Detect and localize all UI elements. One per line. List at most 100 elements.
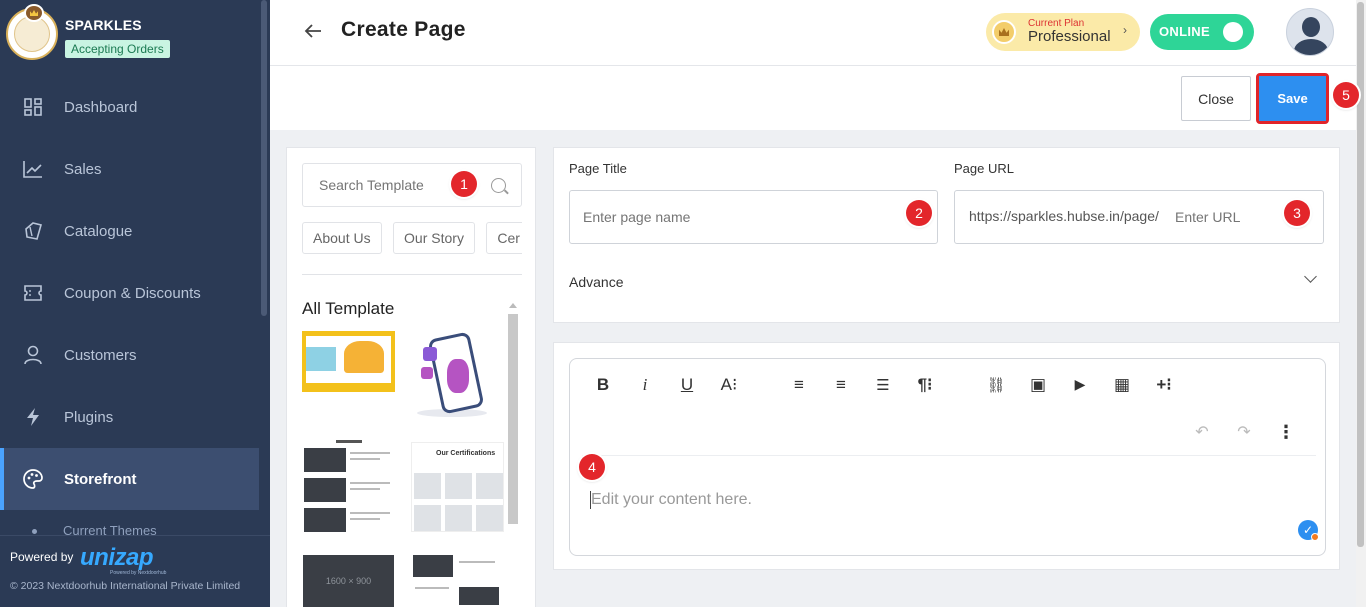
table-icon[interactable]: ▦ xyxy=(1108,373,1136,397)
page-url-field: https://sparkles.hubse.in/page/ xyxy=(954,190,1366,244)
template-thumb-contact[interactable] xyxy=(302,331,395,392)
editor-content-area[interactable]: Edit your content here. xyxy=(590,491,752,509)
arrow-left-icon[interactable] xyxy=(304,22,322,45)
powered-by-label: Powered by xyxy=(10,550,74,564)
sidebar-item-storefront[interactable]: Storefront xyxy=(0,448,259,510)
sidebar-item-label: Dashboard xyxy=(64,98,138,116)
step-marker-3: 3 xyxy=(1284,200,1310,226)
template-thumb-certifications[interactable]: Our Certifications xyxy=(411,442,504,532)
undo-icon[interactable]: ↶ xyxy=(1190,421,1214,445)
sidebar-item-customers[interactable]: Customers xyxy=(0,324,259,386)
chevron-right-icon: › xyxy=(1123,23,1127,37)
align-left-icon[interactable]: ≡ xyxy=(785,373,813,397)
template-thumb-split[interactable] xyxy=(411,553,504,607)
template-chip-our-story[interactable]: Our Story xyxy=(393,222,475,254)
sidebar-item-label: Plugins xyxy=(64,408,114,426)
store-brand xyxy=(6,4,58,60)
image-icon[interactable]: ▣ xyxy=(1024,373,1052,397)
action-bar: Close Save xyxy=(270,66,1356,130)
paragraph-icon[interactable]: ¶⁝ xyxy=(911,373,939,397)
unizap-logo-subtitle: Powered by Nextdoorhub xyxy=(110,570,167,576)
store-name: SPARKLES xyxy=(65,17,142,33)
align-center-icon[interactable]: ≡ xyxy=(827,373,855,397)
page-url-label: Page URL xyxy=(954,161,1014,176)
sidebar-footer: Powered by unizap Powered by Nextdoorhub… xyxy=(0,535,270,607)
sidebar-item-label: Storefront xyxy=(64,470,137,488)
sidebar-item-sales[interactable]: Sales xyxy=(0,138,259,200)
page-title-input[interactable] xyxy=(570,191,937,243)
status-badge: Accepting Orders xyxy=(65,40,170,58)
template-thumb-title: Our Certifications xyxy=(436,450,496,457)
check-icon[interactable]: ✓ xyxy=(1298,520,1319,541)
palette-icon xyxy=(22,468,44,490)
video-icon[interactable]: ▶ xyxy=(1066,373,1094,397)
underline-icon[interactable]: U xyxy=(673,373,701,397)
unizap-logo: unizap xyxy=(80,544,154,571)
sidebar-item-coupons[interactable]: Coupon & Discounts xyxy=(0,262,259,324)
step-marker-4: 4 xyxy=(579,454,605,480)
divider xyxy=(302,274,522,275)
template-chip-about-us[interactable]: About Us xyxy=(302,222,382,254)
chart-line-icon xyxy=(22,158,44,180)
sidebar-item-catalogue[interactable]: Catalogue xyxy=(0,200,259,262)
toolbar-divider xyxy=(582,455,1316,456)
sidebar-item-label: Sales xyxy=(64,160,102,178)
top-bar: Create Page Current Plan Professional › … xyxy=(270,0,1356,66)
font-size-icon[interactable]: A⁝ xyxy=(715,373,743,397)
online-toggle[interactable]: ONLINE xyxy=(1150,14,1254,50)
ticket-icon xyxy=(22,282,44,304)
template-categories: About Us Our Story Cer xyxy=(302,222,522,254)
template-chip-certifications[interactable]: Cer xyxy=(486,222,522,254)
insert-more-icon[interactable]: +⁝ xyxy=(1150,373,1178,397)
sidebar-scrollbar[interactable] xyxy=(261,0,267,316)
copyright-text: © 2023 Nextdoorhub International Private… xyxy=(10,580,241,592)
sidebar-item-plugins[interactable]: Plugins xyxy=(0,386,259,448)
save-button-highlight: Save xyxy=(1256,73,1329,124)
sidebar-item-dashboard[interactable]: Dashboard xyxy=(0,76,259,138)
link-icon[interactable]: ⛓ xyxy=(982,373,1010,397)
more-options-icon[interactable]: ⋮ xyxy=(1276,421,1296,445)
save-button[interactable]: Save xyxy=(1259,76,1326,121)
close-button[interactable]: Close xyxy=(1181,76,1251,121)
page-title: Create Page xyxy=(341,18,466,41)
crown-icon xyxy=(24,4,44,22)
crown-icon xyxy=(992,20,1016,44)
sidebar-item-label: Customers xyxy=(64,346,137,364)
store-logo xyxy=(6,4,58,60)
rich-text-editor: B i U A⁝ ≡ ≡ ☰ ¶⁝ ⛓ ▣ ▶ ▦ +⁝ ↶ ↷ ⋮ Edit … xyxy=(569,358,1326,556)
url-prefix: https://sparkles.hubse.in/page/ xyxy=(969,208,1159,224)
italic-icon[interactable]: i xyxy=(631,373,659,397)
template-thumb-mobile[interactable] xyxy=(411,331,497,419)
step-marker-2: 2 xyxy=(906,200,932,226)
page-details-form: Page Title Page URL https://sparkles.hub… xyxy=(553,147,1366,323)
tag-icon xyxy=(22,220,44,242)
sidebar-item-label: Coupon & Discounts xyxy=(64,284,201,302)
sidebar-item-label: Catalogue xyxy=(64,222,133,240)
all-template-heading: All Template xyxy=(302,299,395,318)
lightning-icon xyxy=(22,406,44,428)
template-thumb-media-list[interactable] xyxy=(302,438,395,532)
plan-name: Professional xyxy=(1028,28,1111,45)
template-list-scrollbar[interactable] xyxy=(508,303,518,524)
bold-icon[interactable]: B xyxy=(589,373,617,397)
sidebar: SPARKLES Accepting Orders Dashboard Sale… xyxy=(0,0,270,607)
chevron-down-icon[interactable] xyxy=(1304,270,1317,283)
ordered-list-icon[interactable]: ☰ xyxy=(869,373,897,397)
advance-toggle-label[interactable]: Advance xyxy=(569,274,623,290)
template-panel: About Us Our Story Cer All Template Our … xyxy=(286,147,536,607)
template-thumb-hero[interactable]: 1600 × 900 xyxy=(303,555,394,607)
step-marker-1: 1 xyxy=(451,171,477,197)
toggle-knob xyxy=(1223,22,1243,42)
online-toggle-label: ONLINE xyxy=(1159,24,1210,39)
page-title-field xyxy=(569,190,938,244)
current-plan-button[interactable]: Current Plan Professional › xyxy=(986,13,1140,51)
user-icon xyxy=(22,344,44,366)
page-title-label: Page Title xyxy=(569,161,627,176)
search-icon[interactable] xyxy=(491,178,506,193)
sidebar-nav: Dashboard Sales Catalogue Coupon & Disco… xyxy=(0,76,259,510)
content-editor-panel: B i U A⁝ ≡ ≡ ☰ ¶⁝ ⛓ ▣ ▶ ▦ +⁝ ↶ ↷ ⋮ Edit … xyxy=(553,342,1340,570)
redo-icon[interactable]: ↷ xyxy=(1232,421,1256,445)
avatar[interactable] xyxy=(1286,8,1334,56)
template-search xyxy=(302,163,522,207)
page-url-input[interactable] xyxy=(1162,191,1366,243)
